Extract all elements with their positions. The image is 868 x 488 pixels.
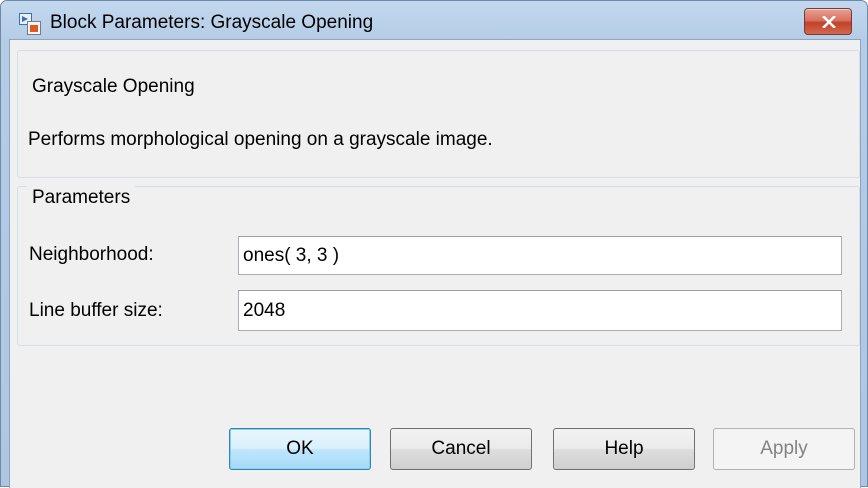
- window-title: Block Parameters: Grayscale Opening: [50, 12, 374, 33]
- block-description: Performs morphological opening on a gray…: [28, 129, 493, 150]
- description-group-title: Grayscale Opening: [27, 75, 200, 99]
- neighborhood-field[interactable]: [238, 236, 842, 275]
- apply-button: Apply: [713, 428, 855, 470]
- parameters-group-title: Parameters: [27, 186, 136, 210]
- title-bar[interactable]: Block Parameters: Grayscale Opening: [1, 1, 867, 39]
- cancel-button[interactable]: Cancel: [390, 428, 532, 470]
- simulink-block-icon: [19, 13, 41, 35]
- line-buffer-size-field[interactable]: [238, 290, 842, 331]
- ok-button[interactable]: OK: [229, 428, 371, 470]
- help-button[interactable]: Help: [553, 428, 695, 470]
- close-button[interactable]: [804, 8, 852, 35]
- description-groupbox: [17, 50, 860, 178]
- line-buffer-size-label: Line buffer size:: [29, 300, 163, 321]
- neighborhood-label: Neighborhood:: [29, 244, 154, 265]
